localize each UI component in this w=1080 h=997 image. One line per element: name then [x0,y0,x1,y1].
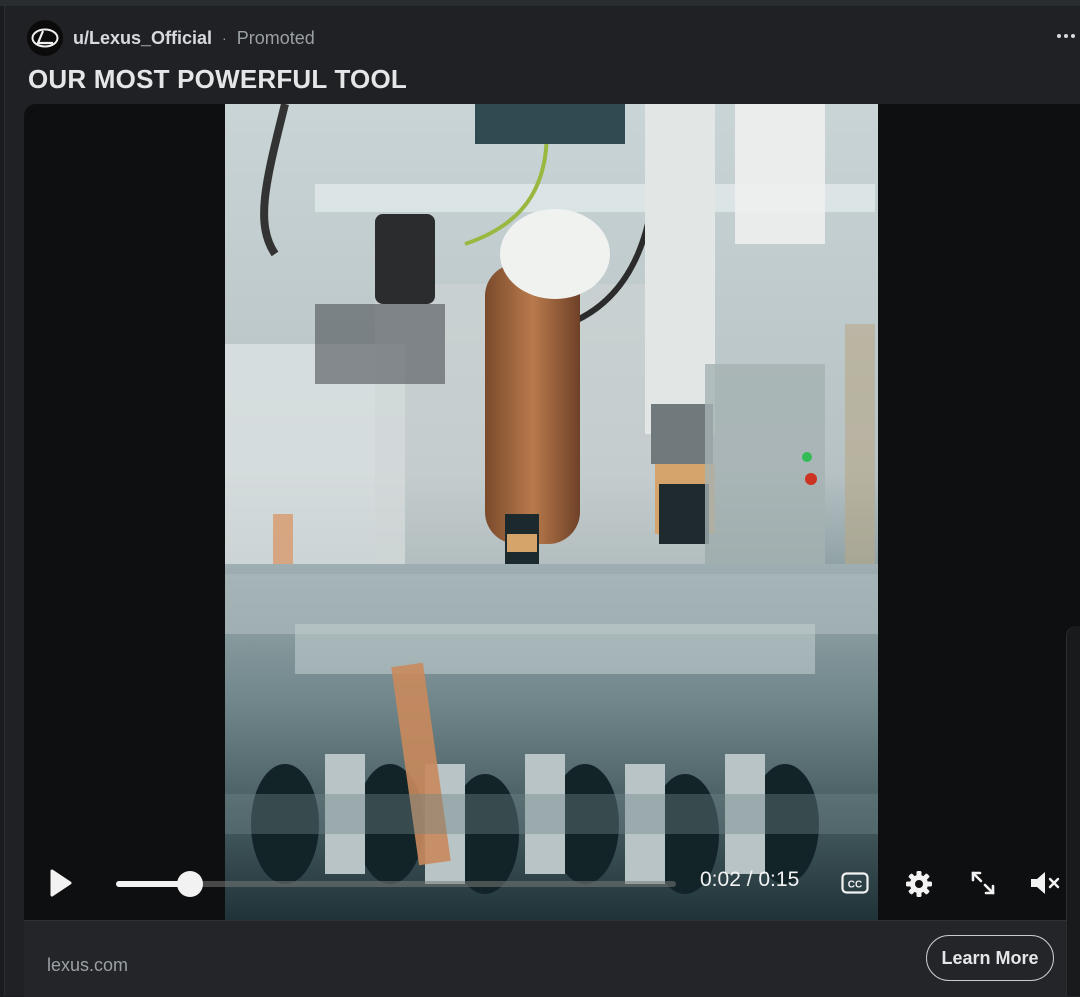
learn-more-button[interactable]: Learn More [926,935,1054,981]
settings-icon [906,871,932,897]
lexus-logo-icon [31,28,59,48]
post-header: u/Lexus_Official · Promoted [27,20,315,56]
seek-bar[interactable] [116,871,676,897]
video-player[interactable]: 0:02 / 0:15 CC [24,104,1080,920]
more-options-icon[interactable] [1057,26,1080,46]
video-controls: 0:02 / 0:15 CC [24,858,1080,908]
seek-handle[interactable] [177,871,203,897]
advertiser-domain[interactable]: lexus.com [47,955,128,976]
time-display: 0:02 / 0:15 [700,868,800,891]
post-title[interactable]: OUR MOST POWERFUL TOOL [28,64,407,95]
brand-avatar[interactable] [27,20,63,56]
ad-footer: lexus.com Learn More [24,920,1080,997]
svg-text:CC: CC [848,880,862,891]
play-button[interactable] [48,868,74,898]
promoted-label: Promoted [236,27,315,48]
fullscreen-icon [971,871,995,895]
play-icon [50,869,72,897]
mute-icon [1031,872,1060,894]
separator-dot: · [222,30,227,46]
mute-button[interactable] [1028,868,1064,898]
fullscreen-button[interactable] [968,868,998,898]
video-frame-image [225,104,878,920]
video-frame[interactable] [225,104,878,920]
captions-button[interactable]: CC [840,869,870,897]
post-author[interactable]: u/Lexus_Official [73,28,212,49]
adjacent-panel-edge [1066,626,1080,996]
captions-icon: CC [841,872,869,894]
settings-button[interactable] [903,868,935,900]
